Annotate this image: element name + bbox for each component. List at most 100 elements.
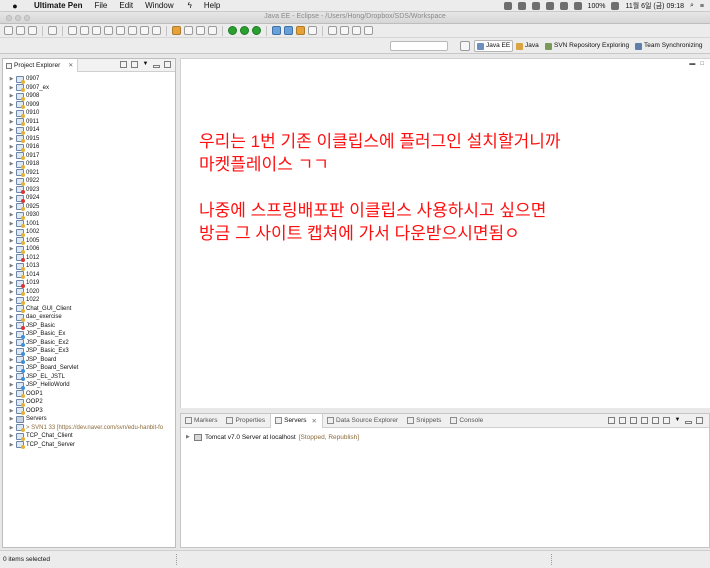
maximize-editor-icon[interactable]: □ <box>700 61 704 67</box>
close-icon[interactable]: ✕ <box>312 417 317 425</box>
tree-item[interactable]: ▶ 1019 <box>3 279 175 288</box>
view-menu-icon[interactable]: ▼ <box>142 61 149 68</box>
expand-arrow-icon[interactable]: ▶ <box>8 272 15 278</box>
expand-arrow-icon[interactable]: ▶ <box>8 280 15 286</box>
menu-file[interactable]: File <box>94 1 107 10</box>
resume-icon[interactable] <box>80 26 89 35</box>
disconnect-server-icon[interactable] <box>663 417 670 424</box>
quick-access-input[interactable] <box>390 41 448 51</box>
tree-item[interactable]: ▶ 0916 <box>3 143 175 152</box>
expand-arrow-icon[interactable]: ▶ <box>8 110 15 116</box>
tree-item[interactable]: ▶ 0915 <box>3 135 175 144</box>
tree-item[interactable]: ▶ 0909 <box>3 101 175 110</box>
new-icon[interactable] <box>4 26 13 35</box>
save-icon[interactable] <box>16 26 25 35</box>
open-type-icon[interactable] <box>296 26 305 35</box>
server-list-item[interactable]: ▶ Tomcat v7.0 Server at localhost [Stopp… <box>181 432 709 442</box>
expand-arrow-icon[interactable]: ▶ <box>8 442 15 448</box>
expand-arrow-icon[interactable]: ▶ <box>8 85 15 91</box>
forward-icon[interactable] <box>364 26 373 35</box>
view-menu-icon[interactable]: ▼ <box>674 417 681 424</box>
menu-window[interactable]: Window <box>145 1 173 10</box>
expand-arrow-icon[interactable]: ▶ <box>8 331 15 337</box>
new-java-class-icon[interactable] <box>284 26 293 35</box>
tree-item[interactable]: ▶ JSP_Basic_Ex <box>3 330 175 339</box>
expand-arrow-icon[interactable]: ▶ <box>8 238 15 244</box>
perspective-java-ee[interactable]: Java EE <box>474 40 514 52</box>
tree-item[interactable]: ▶ 0922 <box>3 177 175 186</box>
tab-console[interactable]: Console <box>446 414 488 428</box>
link-with-editor-icon[interactable] <box>131 61 138 68</box>
expand-arrow-icon[interactable]: ▶ <box>8 365 15 371</box>
suspend-icon[interactable] <box>92 26 101 35</box>
expand-arrow-icon[interactable]: ▶ <box>8 212 15 218</box>
perspective-svn-repository-exploring[interactable]: SVN Repository Exploring <box>543 40 631 52</box>
clock[interactable]: 11월 6일 (금) 09:18 <box>625 1 684 11</box>
tree-item[interactable]: ▶ 0908 <box>3 92 175 101</box>
minimize-view-icon[interactable] <box>153 65 160 68</box>
expand-arrow-icon[interactable]: ▶ <box>8 161 15 167</box>
expand-arrow-icon[interactable]: ▶ <box>8 314 15 320</box>
tree-item[interactable]: ▶ JSP_Board_Servlet <box>3 364 175 373</box>
tree-item[interactable]: ▶ OOP1 <box>3 390 175 399</box>
back-icon[interactable] <box>352 26 361 35</box>
tree-item[interactable]: ▶ JSP_HelloWorld <box>3 381 175 390</box>
tree-item[interactable]: ▶ 0925 <box>3 203 175 212</box>
tree-item[interactable]: ▶ Servers <box>3 415 175 424</box>
tree-item[interactable]: ▶ 0923 <box>3 186 175 195</box>
tree-item[interactable]: ▶ 0924 <box>3 194 175 203</box>
expand-arrow-icon[interactable]: ▶ <box>8 425 15 431</box>
expand-arrow-icon[interactable]: ▶ <box>8 136 15 142</box>
tree-item[interactable]: ▶ 0917 <box>3 152 175 161</box>
step-over-icon[interactable] <box>140 26 149 35</box>
debug-server-icon[interactable] <box>608 417 615 424</box>
perspective-java[interactable]: Java <box>514 40 541 52</box>
tree-item[interactable]: ▶ 0930 <box>3 211 175 220</box>
tree-item[interactable]: ▶ JSP_Basic <box>3 322 175 331</box>
evernote-icon[interactable] <box>531 2 540 10</box>
expand-arrow-icon[interactable]: ▶ <box>8 170 15 176</box>
expand-arrow-icon[interactable]: ▶ <box>8 246 15 252</box>
cloud-icon[interactable] <box>503 2 512 10</box>
new-servlet-icon[interactable] <box>196 26 205 35</box>
tree-item[interactable]: ▶ Chat_GUI_Client <box>3 305 175 314</box>
tree-item[interactable]: ▶ 1002 <box>3 228 175 237</box>
tree-item[interactable]: ▶ 0910 <box>3 109 175 118</box>
previous-annotation-icon[interactable] <box>340 26 349 35</box>
expand-arrow-icon[interactable]: ▶ <box>8 93 15 99</box>
tab-project-explorer[interactable]: Project Explorer ✕ <box>3 59 79 72</box>
disconnect-icon[interactable] <box>116 26 125 35</box>
tree-item[interactable]: ▶ JSP_Basic_Ex2 <box>3 339 175 348</box>
battery-percent[interactable]: 100% <box>588 3 606 10</box>
apple-menu-icon[interactable]: ● <box>10 1 20 11</box>
stop-server-icon[interactable] <box>641 417 648 424</box>
wifi-icon[interactable] <box>559 2 568 10</box>
expand-arrow-icon[interactable]: ▶ <box>8 255 15 261</box>
terminate-icon[interactable] <box>104 26 113 35</box>
search-icon[interactable]: ⌕ <box>690 2 694 10</box>
expand-arrow-icon[interactable]: ▶ <box>8 297 15 303</box>
expand-arrow-icon[interactable]: ▶ <box>8 119 15 125</box>
lightning-icon[interactable]: ϟ <box>188 1 192 10</box>
tree-item[interactable]: ▶ 0911 <box>3 118 175 127</box>
expand-arrow-icon[interactable]: ▶ <box>8 348 15 354</box>
expand-arrow-icon[interactable]: ▶ <box>8 221 15 227</box>
open-perspective-icon[interactable] <box>460 41 470 51</box>
expand-arrow-icon[interactable]: ▶ <box>8 144 15 150</box>
tree-item[interactable]: ▶ JSP_EL_JSTL <box>3 373 175 382</box>
app-name-menu[interactable]: Ultimate Pen <box>34 1 82 10</box>
tree-item[interactable]: ▶ OOP3 <box>3 407 175 416</box>
menu-list-icon[interactable]: ≡ <box>700 3 704 10</box>
tree-item[interactable]: ▶ 1013 <box>3 262 175 271</box>
publish-icon[interactable] <box>652 417 659 424</box>
tree-item[interactable]: ▶ OOP2 <box>3 398 175 407</box>
tree-item[interactable]: ▶ 1006 <box>3 245 175 254</box>
volume-icon[interactable] <box>573 2 582 10</box>
expand-arrow-icon[interactable]: ▶ <box>8 187 15 193</box>
tree-item[interactable]: ▶ 1001 <box>3 220 175 229</box>
debug-icon[interactable] <box>228 26 237 35</box>
next-annotation-icon[interactable] <box>328 26 337 35</box>
expand-arrow-icon[interactable]: ▶ <box>8 76 15 82</box>
tree-item[interactable]: ▶ 1022 <box>3 296 175 305</box>
step-return-icon[interactable] <box>152 26 161 35</box>
